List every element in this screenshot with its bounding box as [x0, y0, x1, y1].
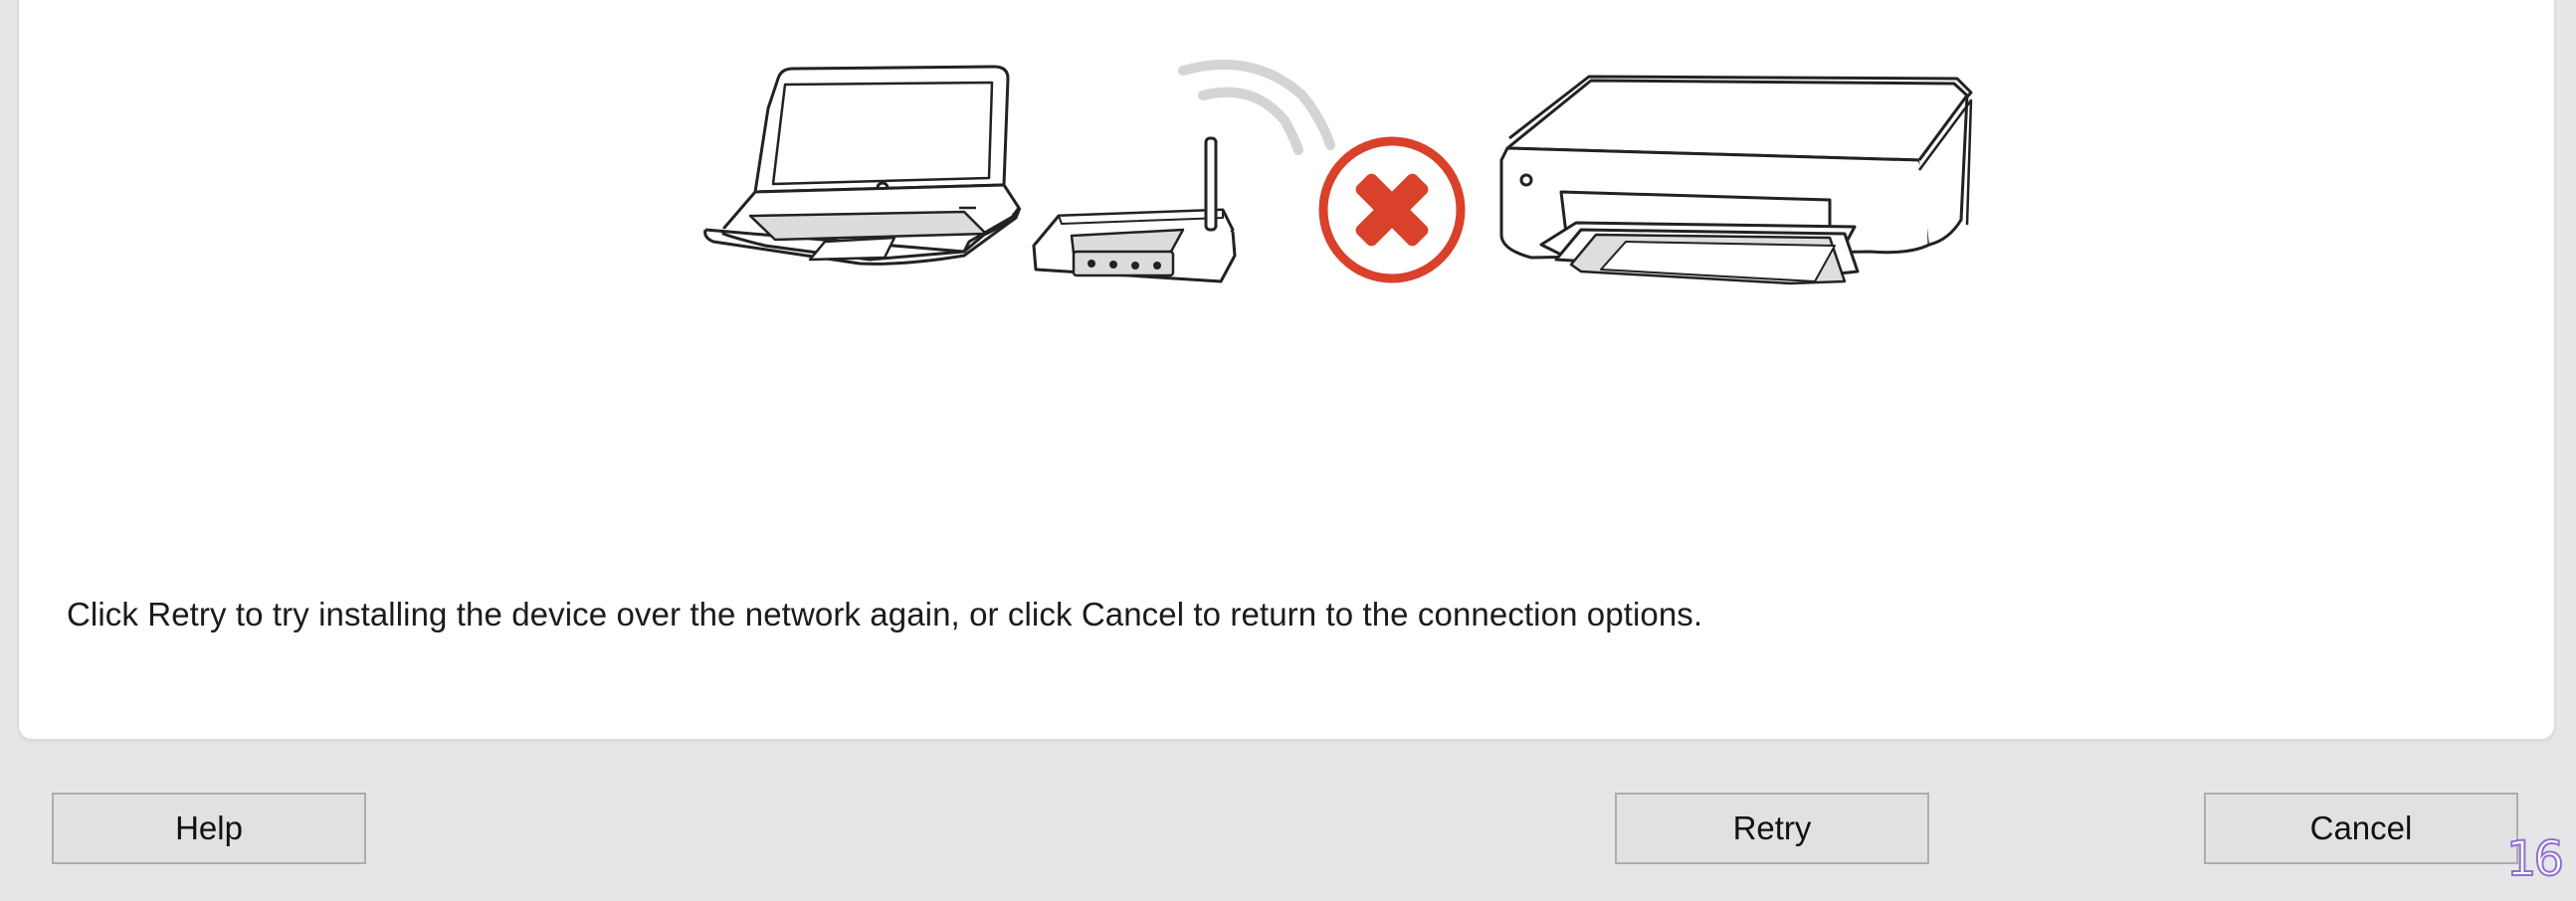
- cancel-button[interactable]: Cancel: [2204, 793, 2518, 864]
- instruction-message: Click Retry to try installing the device…: [67, 596, 1703, 632]
- router-icon: [1032, 136, 1237, 283]
- laptop-icon: [703, 65, 1022, 266]
- retry-button[interactable]: Retry: [1615, 793, 1929, 864]
- help-button[interactable]: Help: [52, 793, 366, 864]
- connection-illustration: [703, 59, 1973, 285]
- printer-icon: [1499, 75, 1973, 285]
- wifi-signal-icon: [1178, 59, 1335, 155]
- error-x-icon: [1318, 136, 1466, 283]
- page-number: 16: [2505, 830, 2565, 888]
- content-panel: Click Retry to try installing the device…: [18, 0, 2555, 740]
